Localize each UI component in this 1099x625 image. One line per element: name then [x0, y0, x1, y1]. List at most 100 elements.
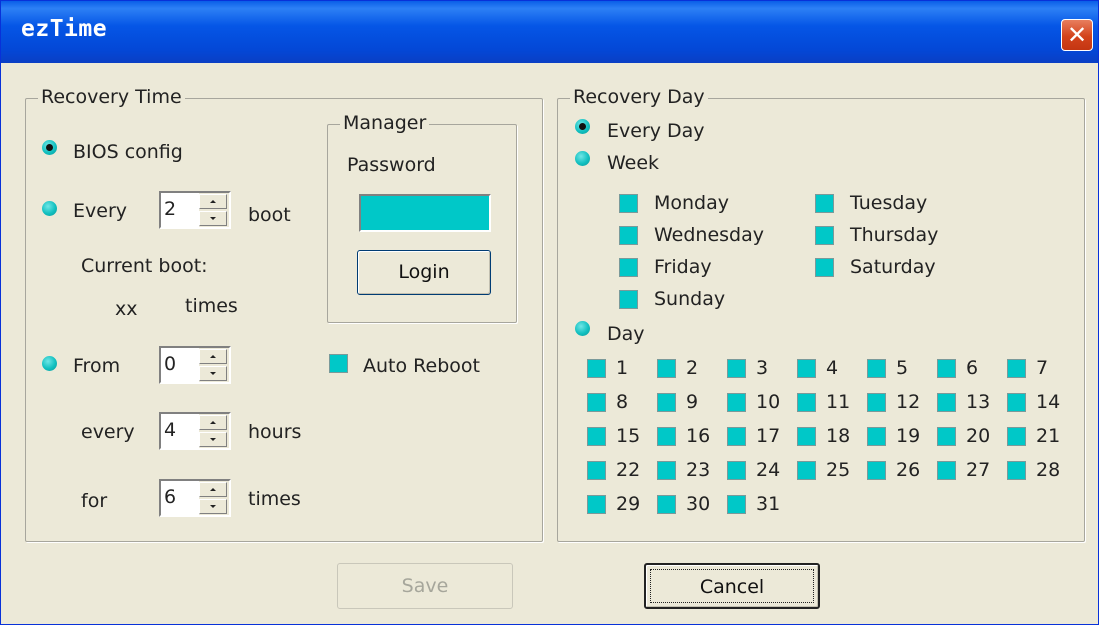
- weekday-label-friday[interactable]: Friday: [654, 256, 712, 278]
- weekday-label-thursday[interactable]: Thursday: [850, 224, 938, 246]
- day-checkbox-label-4[interactable]: 4: [826, 357, 838, 379]
- auto-reboot-label[interactable]: Auto Reboot: [363, 355, 480, 377]
- day-checkbox-label-16[interactable]: 16: [686, 425, 710, 447]
- spin-down-button[interactable]: [199, 432, 227, 447]
- day-checkbox-16[interactable]: [657, 427, 676, 446]
- day-checkbox-20[interactable]: [937, 427, 956, 446]
- weekday-checkbox-saturday[interactable]: [815, 258, 834, 277]
- day-radio[interactable]: [575, 321, 590, 336]
- day-checkbox-15[interactable]: [587, 427, 606, 446]
- day-checkbox-label-13[interactable]: 13: [966, 391, 990, 413]
- day-checkbox-30[interactable]: [657, 495, 676, 514]
- day-checkbox-25[interactable]: [797, 461, 816, 480]
- week-radio[interactable]: [575, 151, 590, 166]
- from-radio[interactable]: [42, 356, 57, 371]
- day-checkbox-label-11[interactable]: 11: [826, 391, 850, 413]
- for-times-spinner[interactable]: 6: [159, 479, 231, 517]
- cancel-button[interactable]: Cancel: [644, 563, 820, 609]
- day-checkbox-label-6[interactable]: 6: [966, 357, 978, 379]
- every-day-radio[interactable]: [575, 119, 590, 134]
- day-checkbox-label-21[interactable]: 21: [1036, 425, 1060, 447]
- day-checkbox-label-12[interactable]: 12: [896, 391, 920, 413]
- day-checkbox-label-19[interactable]: 19: [896, 425, 920, 447]
- week-label[interactable]: Week: [607, 152, 659, 174]
- close-button[interactable]: ✕: [1061, 19, 1093, 51]
- weekday-checkbox-friday[interactable]: [619, 258, 638, 277]
- day-checkbox-17[interactable]: [727, 427, 746, 446]
- bios-config-label[interactable]: BIOS config: [73, 141, 183, 163]
- day-checkbox-28[interactable]: [1007, 461, 1026, 480]
- day-checkbox-21[interactable]: [1007, 427, 1026, 446]
- day-checkbox-label-9[interactable]: 9: [686, 391, 698, 413]
- title-bar[interactable]: ezTime ✕: [1, 1, 1098, 63]
- bios-config-radio[interactable]: [42, 140, 57, 155]
- every-boot-radio[interactable]: [42, 201, 57, 216]
- day-checkbox-label-5[interactable]: 5: [896, 357, 908, 379]
- day-checkbox-14[interactable]: [1007, 393, 1026, 412]
- weekday-label-wednesday[interactable]: Wednesday: [654, 224, 764, 246]
- spin-down-button[interactable]: [199, 366, 227, 381]
- weekday-label-tuesday[interactable]: Tuesday: [850, 192, 927, 214]
- every-hours-spinner[interactable]: 4: [159, 412, 231, 450]
- day-checkbox-label-7[interactable]: 7: [1036, 357, 1048, 379]
- spin-down-button[interactable]: [199, 211, 227, 226]
- day-checkbox-19[interactable]: [867, 427, 886, 446]
- weekday-checkbox-tuesday[interactable]: [815, 194, 834, 213]
- day-checkbox-18[interactable]: [797, 427, 816, 446]
- day-checkbox-5[interactable]: [867, 359, 886, 378]
- day-checkbox-label-17[interactable]: 17: [756, 425, 780, 447]
- day-checkbox-3[interactable]: [727, 359, 746, 378]
- day-checkbox-23[interactable]: [657, 461, 676, 480]
- day-checkbox-11[interactable]: [797, 393, 816, 412]
- day-checkbox-label-28[interactable]: 28: [1036, 459, 1060, 481]
- spin-up-button[interactable]: [199, 415, 227, 430]
- weekday-checkbox-wednesday[interactable]: [619, 226, 638, 245]
- day-checkbox-8[interactable]: [587, 393, 606, 412]
- day-checkbox-label-18[interactable]: 18: [826, 425, 850, 447]
- every-label[interactable]: Every: [73, 200, 127, 222]
- day-checkbox-12[interactable]: [867, 393, 886, 412]
- day-checkbox-label-22[interactable]: 22: [616, 459, 640, 481]
- weekday-checkbox-monday[interactable]: [619, 194, 638, 213]
- day-checkbox-31[interactable]: [727, 495, 746, 514]
- day-checkbox-10[interactable]: [727, 393, 746, 412]
- day-checkbox-label-15[interactable]: 15: [616, 425, 640, 447]
- from-spinner[interactable]: 0: [159, 346, 231, 384]
- from-label[interactable]: From: [73, 355, 120, 377]
- day-checkbox-label-3[interactable]: 3: [756, 357, 768, 379]
- day-checkbox-label-31[interactable]: 31: [756, 493, 780, 515]
- password-field[interactable]: [359, 194, 491, 232]
- day-checkbox-label-25[interactable]: 25: [826, 459, 850, 481]
- save-button[interactable]: Save: [337, 563, 513, 609]
- day-checkbox-label-8[interactable]: 8: [616, 391, 628, 413]
- spin-up-button[interactable]: [199, 482, 227, 497]
- day-checkbox-label-29[interactable]: 29: [616, 493, 640, 515]
- every-hours-value[interactable]: 4: [164, 419, 176, 441]
- day-checkbox-6[interactable]: [937, 359, 956, 378]
- day-checkbox-1[interactable]: [587, 359, 606, 378]
- day-checkbox-label-14[interactable]: 14: [1036, 391, 1060, 413]
- from-value[interactable]: 0: [164, 353, 176, 375]
- day-checkbox-26[interactable]: [867, 461, 886, 480]
- day-checkbox-label-23[interactable]: 23: [686, 459, 710, 481]
- day-checkbox-label-2[interactable]: 2: [686, 357, 698, 379]
- day-checkbox-29[interactable]: [587, 495, 606, 514]
- weekday-label-saturday[interactable]: Saturday: [850, 256, 936, 278]
- day-checkbox-label-24[interactable]: 24: [756, 459, 780, 481]
- day-checkbox-7[interactable]: [1007, 359, 1026, 378]
- auto-reboot-checkbox[interactable]: [329, 354, 348, 373]
- day-checkbox-label-27[interactable]: 27: [966, 459, 990, 481]
- day-checkbox-9[interactable]: [657, 393, 676, 412]
- weekday-label-sunday[interactable]: Sunday: [654, 288, 725, 310]
- spin-up-button[interactable]: [199, 194, 227, 209]
- day-checkbox-label-1[interactable]: 1: [616, 357, 628, 379]
- login-button[interactable]: Login: [357, 250, 491, 295]
- every-boot-value[interactable]: 2: [164, 198, 176, 220]
- day-checkbox-13[interactable]: [937, 393, 956, 412]
- weekday-checkbox-sunday[interactable]: [619, 290, 638, 309]
- spin-up-button[interactable]: [199, 349, 227, 364]
- day-checkbox-label-30[interactable]: 30: [686, 493, 710, 515]
- day-checkbox-label-10[interactable]: 10: [756, 391, 780, 413]
- every-day-label[interactable]: Every Day: [607, 120, 705, 142]
- day-checkbox-4[interactable]: [797, 359, 816, 378]
